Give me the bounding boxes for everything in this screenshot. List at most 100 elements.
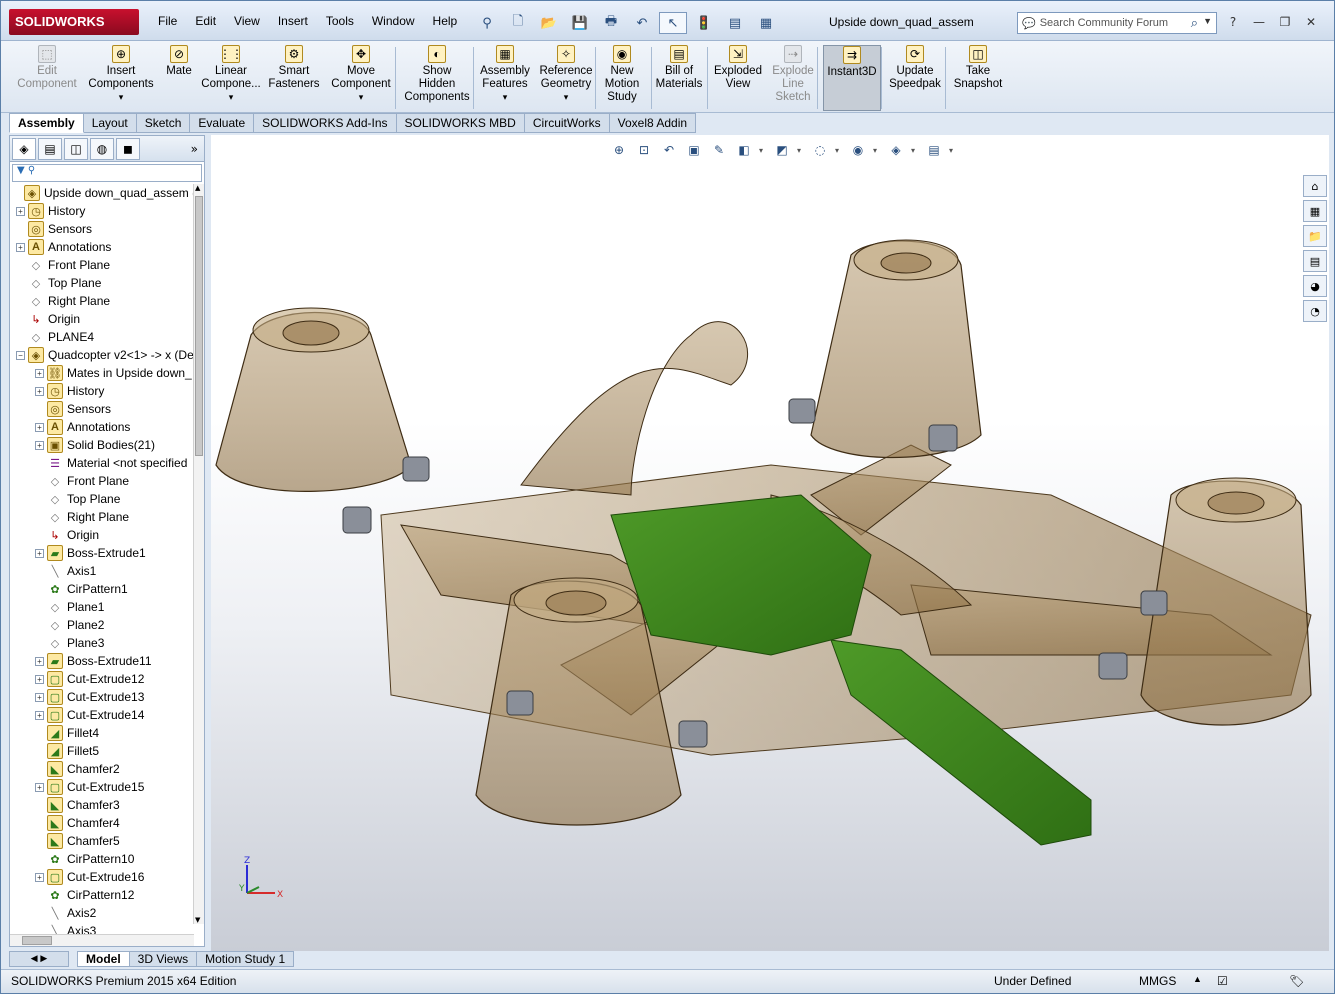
- configurationmanager-icon[interactable]: ◫: [64, 137, 88, 160]
- expand-icon[interactable]: +: [35, 710, 44, 720]
- display-manager-icon[interactable]: ◼: [116, 137, 140, 160]
- print-icon[interactable]: 🖶: [597, 12, 625, 34]
- tree-node[interactable]: + ▣ Solid Bodies(21): [10, 436, 155, 454]
- rebuild-icon[interactable]: 🚦: [690, 12, 718, 34]
- expand-icon[interactable]: +: [35, 440, 44, 450]
- new-document-icon[interactable]: 🗋: [504, 12, 532, 34]
- tree-node[interactable]: ◇ Front Plane: [10, 472, 129, 490]
- tree-node[interactable]: ✿ CirPattern12: [10, 886, 134, 904]
- tree-node[interactable]: + ▢ Cut-Extrude12: [10, 670, 144, 688]
- chevron-down-icon[interactable]: ▾: [359, 91, 364, 104]
- expand-icon[interactable]: +: [16, 242, 25, 252]
- help-button[interactable]: ?: [1223, 13, 1243, 31]
- expand-icon[interactable]: +: [16, 206, 25, 216]
- tab-voxel8-addin[interactable]: Voxel8 Addin: [609, 113, 697, 133]
- tag-icon[interactable]: 🏷: [1289, 974, 1304, 988]
- select-cursor-icon[interactable]: ↖: [659, 12, 687, 34]
- tree-node[interactable]: − ◈ Quadcopter v2<1> -> x (De: [10, 346, 194, 364]
- menu-file[interactable]: File: [149, 11, 186, 35]
- tree-node[interactable]: ↳ Origin: [10, 526, 99, 544]
- assembly-features-button[interactable]: ▦ Assembly Features ▾: [475, 45, 535, 111]
- expand-icon[interactable]: +: [35, 656, 44, 666]
- tab-layout[interactable]: Layout: [83, 113, 137, 133]
- tree-node[interactable]: ◣ Chamfer3: [10, 796, 120, 814]
- tree-node[interactable]: ◇ Plane2: [10, 616, 105, 634]
- minimize-button[interactable]: —: [1249, 13, 1269, 31]
- menu-insert[interactable]: Insert: [269, 11, 317, 35]
- graphics-area[interactable]: ⊕ ⊡ ↶ ▣ ✎ ◧ ▾ ◩ ▾ ◌ ▾ ◉ ▾ ◈ ▾ ▤ ▾ ⌂ ▦ 📁 ▤ ◕ ◔: [211, 135, 1329, 951]
- tab-solidworks-mbd[interactable]: SOLIDWORKS MBD: [396, 113, 525, 133]
- edit-component-button[interactable]: ⬚ Edit Component: [11, 45, 83, 111]
- rebuild-status-icon[interactable]: ☑: [1217, 974, 1228, 988]
- tree-node[interactable]: ◇ Plane1: [10, 598, 105, 616]
- smart-fasteners-button[interactable]: ⚙ Smart Fasteners: [263, 45, 325, 111]
- quadcopter-model[interactable]: [211, 135, 1329, 951]
- linear-pattern-button[interactable]: ⋮⋮ Linear Compone... ▾: [201, 45, 261, 111]
- mate-button[interactable]: ⊘ Mate: [159, 45, 199, 111]
- propertymanager-icon[interactable]: ▤: [38, 137, 62, 160]
- tree-node[interactable]: ◇ Plane3: [10, 634, 105, 652]
- take-snapshot-button[interactable]: ◫ Take Snapshot: [947, 45, 1009, 111]
- tree-node[interactable]: + ▢ Cut-Extrude14: [10, 706, 144, 724]
- close-button[interactable]: ✕: [1301, 13, 1321, 31]
- pin-icon[interactable]: ⚲: [473, 12, 501, 34]
- menu-edit[interactable]: Edit: [186, 11, 225, 35]
- instant3d-button[interactable]: ⇉ Instant3D: [823, 45, 881, 111]
- chevron-down-icon[interactable]: ▾: [119, 91, 124, 104]
- explode-line-sketch-button[interactable]: ⇢ Explode Line Sketch: [767, 45, 819, 111]
- tree-node[interactable]: + ◷ History: [10, 202, 85, 220]
- tree-node[interactable]: + ▢ Cut-Extrude15: [10, 778, 144, 796]
- expand-icon[interactable]: +: [35, 368, 44, 378]
- tree-node[interactable]: + A Annotations: [10, 418, 130, 436]
- tab-assembly[interactable]: Assembly: [9, 113, 84, 133]
- expand-icon[interactable]: +: [35, 386, 44, 396]
- tree-node[interactable]: ◣ Chamfer2: [10, 760, 120, 778]
- tree-node[interactable]: + A Annotations: [10, 238, 111, 256]
- insert-components-button[interactable]: ⊕ Insert Components ▾: [85, 45, 157, 111]
- search-community-forum[interactable]: 💬 Search Community Forum ⌕ ▼: [1017, 12, 1217, 34]
- tree-node[interactable]: ◈ Upside down_quad_assem (D: [10, 184, 194, 202]
- file-properties-icon[interactable]: ▤: [721, 12, 749, 34]
- collapse-icon[interactable]: −: [16, 350, 25, 360]
- tree-node[interactable]: ◇ Top Plane: [10, 274, 102, 292]
- menu-tools[interactable]: Tools: [317, 11, 363, 35]
- tree-node[interactable]: ◇ Right Plane: [10, 292, 110, 310]
- tree-node[interactable]: ◇ Top Plane: [10, 490, 121, 508]
- tree-node[interactable]: ◇ Right Plane: [10, 508, 129, 526]
- tree-node[interactable]: + ◷ History: [10, 382, 104, 400]
- expand-icon[interactable]: +: [35, 692, 44, 702]
- scroll-thumb[interactable]: [195, 196, 203, 456]
- scroll-down-icon[interactable]: ▼: [195, 916, 200, 924]
- menu-help[interactable]: Help: [424, 11, 467, 35]
- tree-node[interactable]: ◎ Sensors: [10, 400, 111, 418]
- tree-node[interactable]: ◢ Fillet5: [10, 742, 99, 760]
- new-motion-study-button[interactable]: ◉ New Motion Study: [599, 45, 645, 111]
- tree-node[interactable]: ╲ Axis2: [10, 904, 97, 922]
- expand-icon[interactable]: +: [35, 782, 44, 792]
- scroll-thumb[interactable]: [22, 936, 52, 945]
- tree-node[interactable]: ☰ Material <not specified: [10, 454, 187, 472]
- tree-node[interactable]: ◇ Front Plane: [10, 256, 110, 274]
- expand-icon[interactable]: +: [35, 422, 44, 432]
- expand-icon[interactable]: +: [35, 674, 44, 684]
- tree-node[interactable]: ◇ PLANE4: [10, 328, 94, 346]
- tree-node[interactable]: + ▢ Cut-Extrude13: [10, 688, 144, 706]
- scroll-up-icon[interactable]: ▲: [195, 184, 200, 192]
- reference-geometry-button[interactable]: ✧ Reference Geometry ▾: [535, 45, 597, 111]
- solidworks-logo[interactable]: SOLIDWORKS: [9, 9, 139, 35]
- dimxpert-icon[interactable]: ◍: [90, 137, 114, 160]
- tree-node[interactable]: ↳ Origin: [10, 310, 80, 328]
- tab-circuitworks[interactable]: CircuitWorks: [524, 113, 610, 133]
- tree-node[interactable]: ╲ Axis1: [10, 562, 97, 580]
- tree-node[interactable]: ◣ Chamfer4: [10, 814, 120, 832]
- bottom-tab-3d-views[interactable]: 3D Views: [128, 951, 198, 967]
- bottom-tab-motion-study-1[interactable]: Motion Study 1: [196, 951, 295, 967]
- tab-sketch[interactable]: Sketch: [136, 113, 191, 133]
- tree-node[interactable]: + ⛓ Mates in Upside down_: [10, 364, 192, 382]
- bill-of-materials-button[interactable]: ▤ Bill of Materials: [653, 45, 705, 111]
- move-component-button[interactable]: ✥ Move Component ▾: [325, 45, 397, 111]
- tab-solidworks-add-ins[interactable]: SOLIDWORKS Add-Ins: [254, 113, 397, 133]
- open-icon[interactable]: 📂: [535, 12, 563, 34]
- search-icon[interactable]: ⌕: [1191, 15, 1198, 31]
- undo-icon[interactable]: ↶: [628, 12, 656, 34]
